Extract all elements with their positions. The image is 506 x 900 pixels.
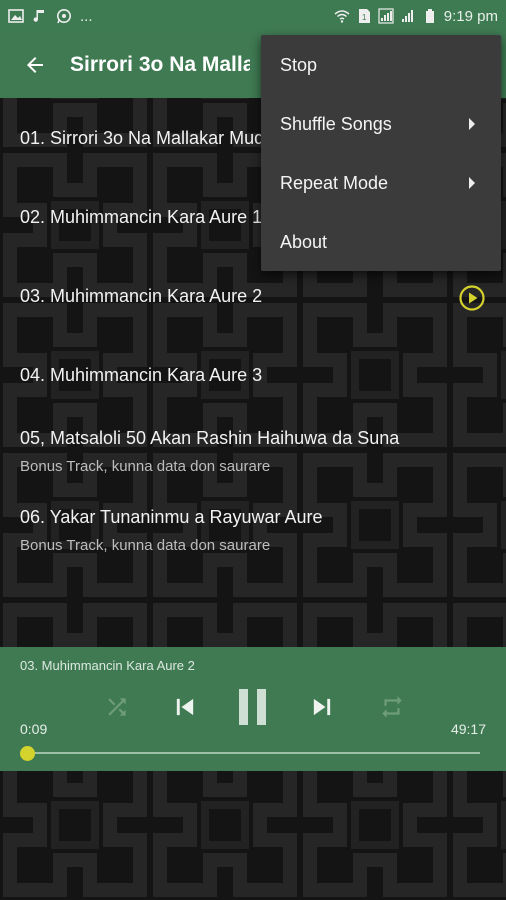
menu-item-label: About [280, 232, 328, 252]
shuffle-icon [108, 698, 126, 716]
arrow-back-icon [27, 57, 43, 73]
list-item[interactable]: 06. Yakar Tunaninmu a Rayuwar Aure Bonus… [0, 507, 506, 554]
track-subtitle: Bonus Track, kunna data don saurare [20, 458, 271, 475]
image-icon [8, 9, 24, 23]
now-playing-title: 03. Muhimmancin Kara Aure 2 [20, 658, 195, 673]
overflow-menu: Stop Shuffle Songs Repeat Mode About [261, 35, 501, 271]
status-overflow: ... [80, 7, 93, 25]
next-button[interactable] [305, 687, 339, 727]
menu-item-label: Repeat Mode [280, 173, 389, 193]
track-title: 04. Muhimmancin Kara Aure 3 [20, 365, 263, 385]
player-panel: 03. Muhimmancin Kara Aure 2 0:09 49:17 [0, 647, 506, 771]
repeat-button[interactable] [375, 687, 409, 727]
signal-icon [378, 8, 394, 24]
menu-item-shuffle-songs[interactable]: Shuffle Songs [261, 95, 501, 154]
status-bar: ... 1 9:19 pm [0, 0, 506, 32]
track-title: 03. Muhimmancin Kara Aure 2 [20, 286, 263, 306]
list-item[interactable]: 04. Muhimmancin Kara Aure 3 [0, 365, 506, 386]
seek-bar[interactable] [28, 752, 480, 754]
current-time: 0:09 [20, 721, 48, 737]
battery-icon [425, 9, 434, 23]
track-title: 05, Matsaloli 50 Akan Rashin Haihuwa da … [20, 428, 400, 448]
menu-item-about[interactable]: About [261, 213, 501, 272]
svg-text:1: 1 [362, 13, 367, 22]
repeat-icon [382, 696, 402, 718]
previous-button[interactable] [168, 687, 202, 727]
wifi-icon [334, 10, 350, 23]
submenu-arrow-icon [469, 177, 475, 189]
list-item[interactable]: 03. Muhimmancin Kara Aure 2 [0, 285, 506, 311]
now-playing-icon [459, 285, 485, 311]
music-note-icon [33, 10, 44, 22]
submenu-arrow-icon [469, 118, 475, 130]
seek-thumb[interactable] [20, 746, 35, 761]
pause-icon [239, 689, 266, 725]
skip-previous-icon [176, 698, 194, 716]
skip-next-icon [313, 698, 331, 716]
page-title: Sirrori 3o Na Mallakar Mudawwa [70, 53, 250, 76]
sim-icon: 1 [358, 9, 370, 23]
pause-button[interactable] [233, 687, 273, 727]
status-time: 9:19 pm [443, 7, 498, 25]
signal-bars-icon [401, 10, 413, 22]
list-item[interactable]: 05, Matsaloli 50 Akan Rashin Haihuwa da … [0, 428, 506, 475]
menu-item-label: Shuffle Songs [280, 114, 392, 134]
menu-item-stop[interactable]: Stop [261, 36, 501, 95]
track-subtitle: Bonus Track, kunna data don saurare [20, 537, 271, 554]
total-time: 49:17 [450, 721, 486, 737]
shuffle-button[interactable] [100, 687, 134, 727]
whatsapp-icon [57, 9, 71, 24]
player-controls [0, 687, 506, 727]
track-title: 06. Yakar Tunaninmu a Rayuwar Aure [20, 507, 323, 527]
back-button[interactable] [0, 32, 70, 98]
menu-item-repeat-mode[interactable]: Repeat Mode [261, 154, 501, 213]
menu-item-label: Stop [280, 55, 318, 75]
